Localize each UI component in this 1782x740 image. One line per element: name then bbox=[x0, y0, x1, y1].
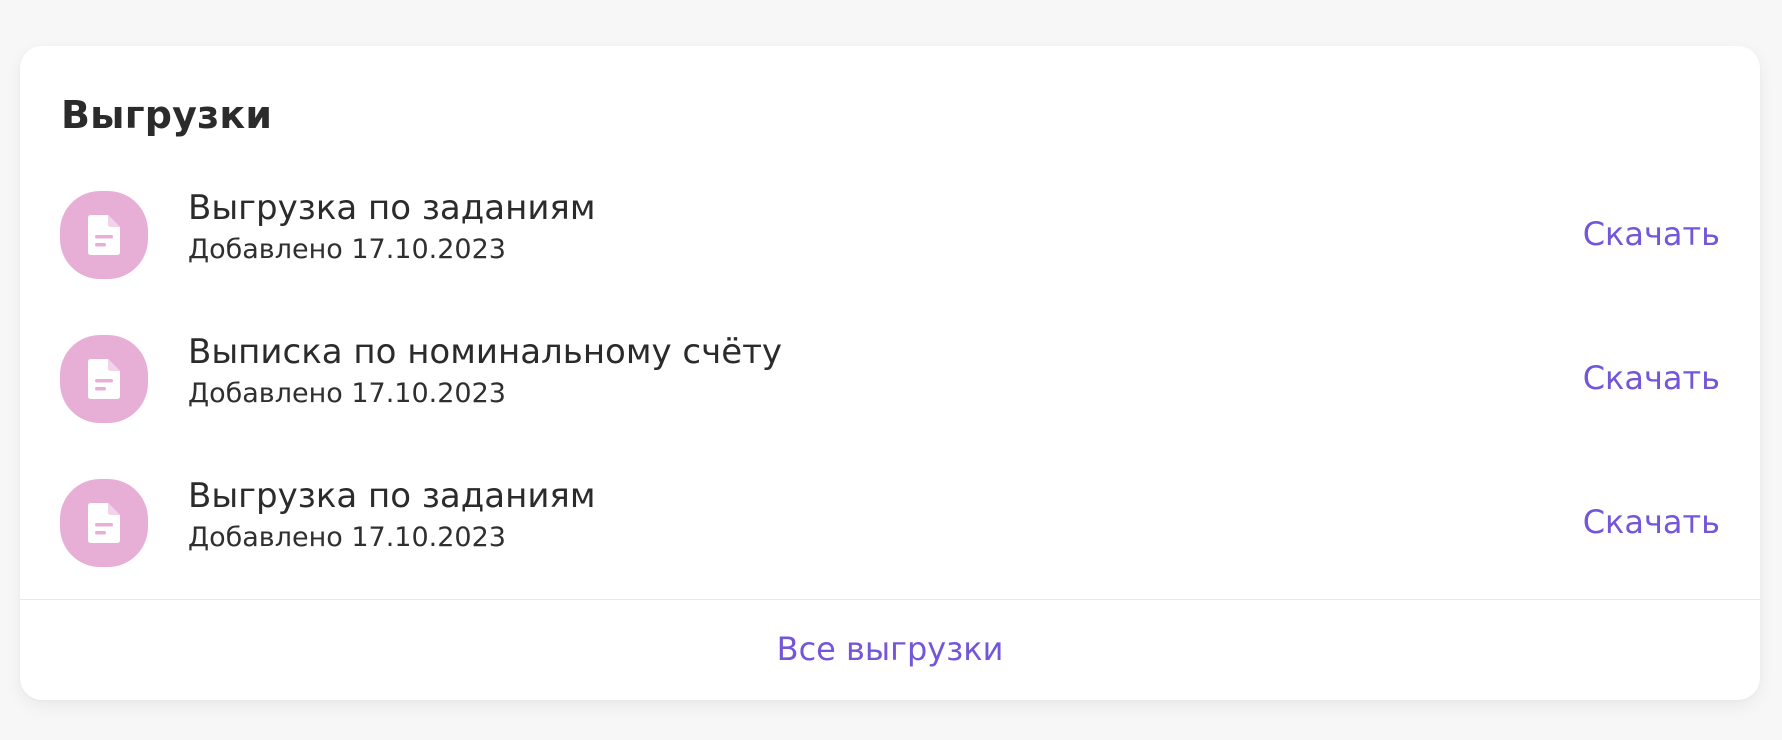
export-item-date: Добавлено 17.10.2023 bbox=[188, 522, 506, 553]
export-item-text: Выгрузка по заданиям Добавлено 17.10.202… bbox=[188, 474, 596, 556]
card-title: Выгрузки bbox=[61, 93, 273, 137]
download-link[interactable]: Скачать bbox=[1583, 500, 1720, 544]
download-link[interactable]: Скачать bbox=[1583, 212, 1720, 256]
export-item-title: Выгрузка по заданиям bbox=[188, 476, 596, 516]
document-icon bbox=[60, 479, 148, 567]
exports-card: Выгрузки Выгрузка по заданиям Добавлено … bbox=[20, 46, 1760, 700]
export-item-date: Добавлено 17.10.2023 bbox=[188, 234, 506, 265]
export-item: Выгрузка по заданиям Добавлено 17.10.202… bbox=[20, 474, 1760, 574]
download-link[interactable]: Скачать bbox=[1583, 356, 1720, 400]
export-item: Выгрузка по заданиям Добавлено 17.10.202… bbox=[20, 186, 1760, 286]
export-item: Выписка по номинальному счёту Добавлено … bbox=[20, 330, 1760, 430]
export-item-text: Выгрузка по заданиям Добавлено 17.10.202… bbox=[188, 186, 596, 268]
document-icon bbox=[60, 191, 148, 279]
footer-divider bbox=[20, 599, 1760, 600]
export-item-date: Добавлено 17.10.2023 bbox=[188, 378, 506, 409]
export-item-title: Выгрузка по заданиям bbox=[188, 188, 596, 228]
export-item-title: Выписка по номинальному счёту bbox=[188, 332, 783, 372]
document-icon bbox=[60, 335, 148, 423]
all-exports-link[interactable]: Все выгрузки bbox=[20, 627, 1760, 671]
export-item-text: Выписка по номинальному счёту Добавлено … bbox=[188, 330, 782, 412]
